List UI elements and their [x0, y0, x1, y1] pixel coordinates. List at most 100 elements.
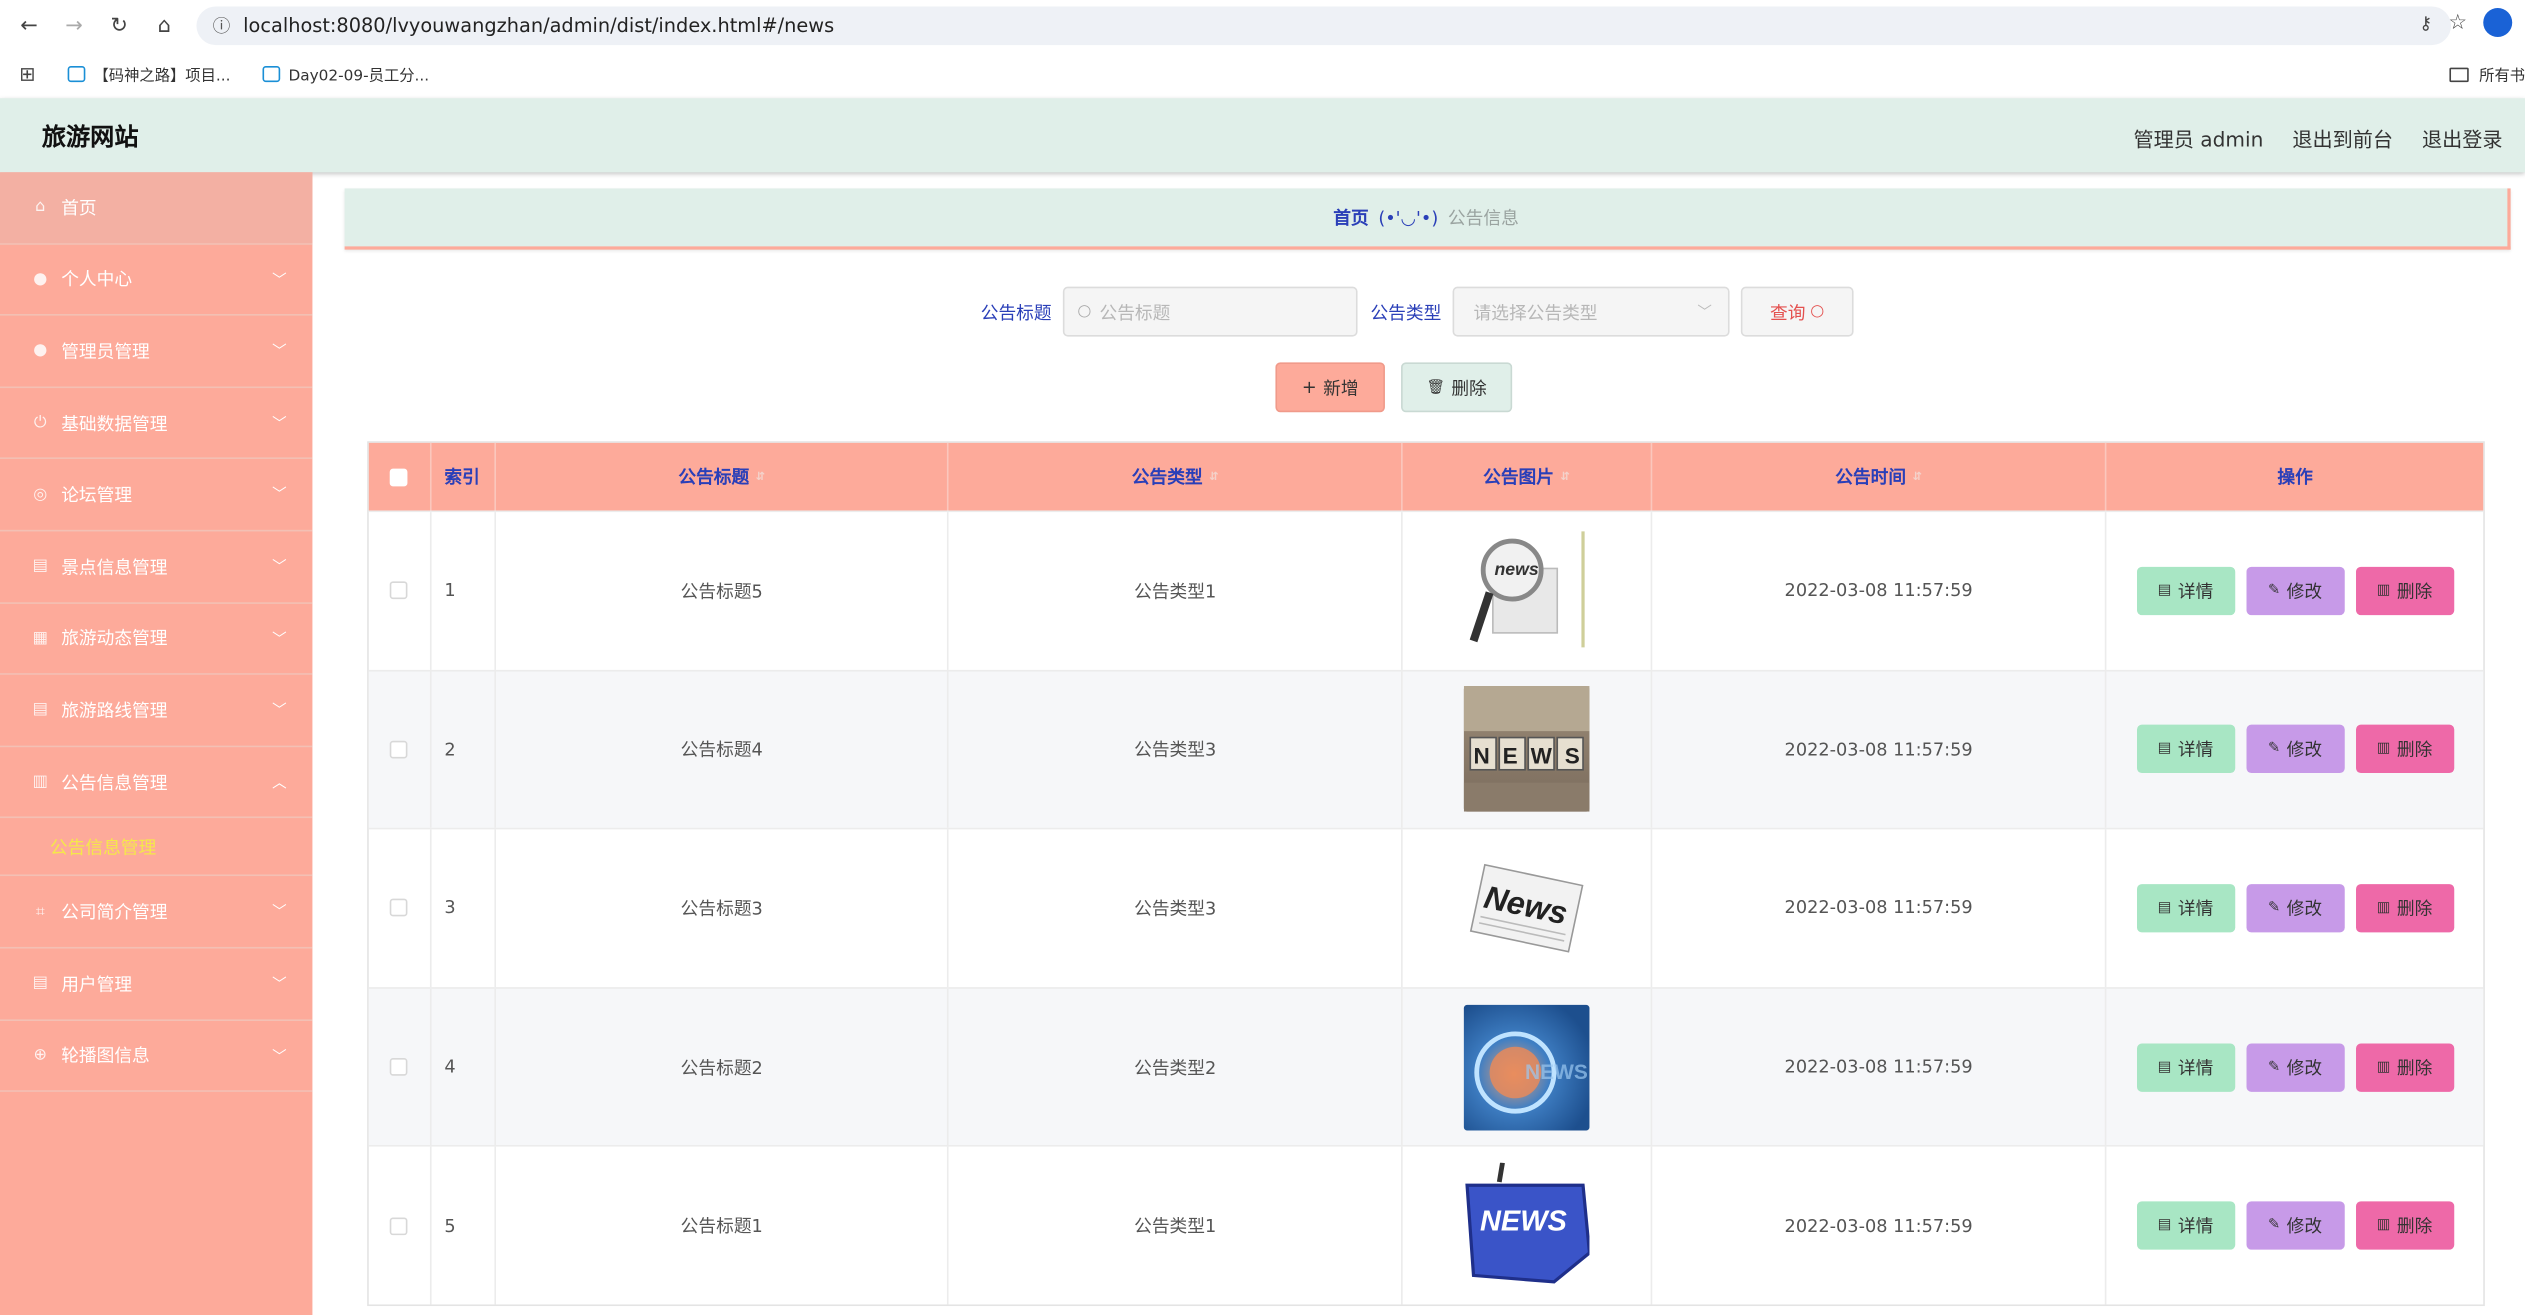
add-button[interactable]: + 新增 — [1275, 362, 1385, 413]
forward-icon[interactable]: → — [52, 3, 97, 48]
row-index: 5 — [431, 1147, 496, 1305]
row-checkbox[interactable] — [369, 829, 432, 987]
trash-icon: ▥ — [2376, 1058, 2391, 1076]
newspaper-image: News — [1469, 863, 1584, 953]
type-placeholder: 请选择公告类型 — [1473, 301, 1598, 323]
news-thumbnail[interactable]: NEWS — [1463, 527, 1590, 654]
news-thumbnail[interactable]: News — [1463, 845, 1590, 972]
sidebar-item-company[interactable]: ⌗ 公司简介管理 ﹀ — [0, 877, 313, 949]
sidebar-item-attractions[interactable]: ▤ 景点信息管理 ﹀ — [0, 531, 313, 604]
news-thumbnail[interactable]: NEWS — [1463, 1162, 1590, 1289]
type-select[interactable]: 请选择公告类型 ﹀ — [1452, 286, 1730, 337]
select-all-checkbox[interactable] — [369, 442, 432, 511]
address-bar[interactable]: ⓘ localhost:8080/lvyouwangzhan/admin/dis… — [196, 6, 2452, 46]
breadcrumb-home[interactable]: 首页 — [1333, 205, 1368, 231]
apps-icon[interactable]: ⊞ — [19, 63, 35, 86]
sidebar-item-personal[interactable]: ● 个人中心 ﹀ — [0, 244, 313, 316]
sidebar-item-notices[interactable]: ▥ 公告信息管理 ︿ — [0, 747, 313, 819]
logout-link[interactable]: 退出登录 — [2422, 122, 2503, 153]
row-title: 公告标题3 — [496, 829, 950, 987]
row-type: 公告类型1 — [949, 1147, 1403, 1305]
key-icon[interactable]: ⚷ — [2419, 12, 2432, 33]
detail-button[interactable]: ▤ 详情 — [2136, 1201, 2235, 1250]
edit-button[interactable]: ✎ 修改 — [2245, 884, 2345, 933]
delete-button[interactable]: ▥ 删除 — [2355, 1201, 2454, 1250]
edit-button[interactable]: ✎ 修改 — [2245, 1042, 2345, 1092]
sidebar-item-home[interactable]: ⌂ 首页 — [0, 172, 313, 245]
col-title[interactable]: 公告标题 ⇵ — [496, 442, 950, 511]
query-button[interactable]: 查询 ○ — [1740, 286, 1854, 337]
row-checkbox[interactable] — [369, 1147, 432, 1305]
chevron-up-icon: ︿ — [272, 775, 287, 792]
title-placeholder: 公告标题 — [1099, 301, 1171, 323]
news-thumbnail[interactable]: NEWS — [1463, 1004, 1590, 1130]
detail-button[interactable]: ▤ 详情 — [2136, 725, 2235, 774]
sidebar-subitem-notices[interactable]: 公告信息管理 — [0, 819, 313, 877]
row-checkbox[interactable] — [369, 988, 432, 1146]
chevron-down-icon: ﹀ — [272, 416, 287, 433]
thumb-text: NEWS — [1480, 1206, 1568, 1238]
row-type: 公告类型3 — [949, 670, 1403, 829]
edit-button[interactable]: ✎ 修改 — [2245, 1201, 2345, 1250]
row-image[interactable]: NEWS — [1403, 1147, 1652, 1305]
sidebar-item-travel-news[interactable]: ▦ 旅游动态管理 ﹀ — [0, 603, 313, 676]
edit-button[interactable]: ✎ 修改 — [2245, 566, 2345, 615]
sidebar-item-forum[interactable]: ◎ 论坛管理 ﹀ — [0, 460, 313, 532]
bookmark-item[interactable]: Day02-09-员工分... — [262, 63, 429, 85]
row-image[interactable]: NEWS — [1403, 512, 1652, 670]
sidebar-item-routes[interactable]: ▤ 旅游路线管理 ﹀ — [0, 675, 313, 747]
profile-icon[interactable] — [2483, 8, 2513, 38]
to-front-link[interactable]: 退出到前台 — [2292, 122, 2393, 153]
col-type[interactable]: 公告类型 ⇵ — [949, 442, 1403, 511]
folder-icon — [2450, 66, 2470, 82]
row-image[interactable]: News — [1403, 829, 1652, 987]
detail-button[interactable]: ▤ 详情 — [2136, 1042, 2235, 1092]
chevron-down-icon: ﹀ — [272, 560, 287, 577]
row-time: 2022-03-08 11:57:59 — [1652, 512, 2107, 670]
row-image[interactable]: NEWS — [1403, 988, 1652, 1146]
delete-button[interactable]: ▥ 删除 — [2355, 566, 2454, 615]
info-icon[interactable]: ⓘ — [213, 13, 231, 39]
row-title: 公告标题1 — [496, 1147, 950, 1305]
sidebar-item-users[interactable]: ▤ 用户管理 ﹀ — [0, 948, 313, 1021]
title-search-input[interactable]: ○ 公告标题 — [1062, 286, 1358, 337]
thumb-text: NEWS — [1494, 559, 1538, 579]
row-type: 公告类型1 — [949, 512, 1403, 670]
row-title: 公告标题5 — [496, 512, 950, 670]
edit-button[interactable]: ✎ 修改 — [2245, 725, 2345, 774]
sort-icon: ⇵ — [1209, 470, 1219, 484]
col-index: 索引 — [431, 442, 496, 511]
home-browser-icon[interactable]: ⌂ — [142, 3, 187, 48]
col-time[interactable]: 公告时间 ⇵ — [1652, 442, 2107, 511]
delete-button[interactable]: ▥ 删除 — [2355, 1042, 2454, 1092]
all-bookmarks[interactable]: 所有书 — [2450, 63, 2525, 85]
row-checkbox[interactable] — [369, 512, 432, 670]
browser-toolbar: ← → ↻ ⌂ ⓘ localhost:8080/lvyouwangzhan/a… — [0, 0, 2525, 52]
row-time: 2022-03-08 11:57:59 — [1652, 829, 2107, 987]
star-icon[interactable]: ☆ — [2448, 10, 2467, 34]
reload-icon[interactable]: ↻ — [97, 3, 142, 48]
breadcrumb-current: 公告信息 — [1447, 207, 1519, 229]
delete-button[interactable]: ▥ 删除 — [2355, 884, 2454, 933]
news-thumbnail[interactable]: NEWS — [1463, 686, 1590, 813]
chevron-down-icon: ﹀ — [272, 344, 287, 362]
col-image[interactable]: 公告图片 ⇵ — [1403, 442, 1652, 511]
document-icon: ▤ — [2157, 582, 2172, 599]
pencil-icon: ✎ — [2268, 1217, 2281, 1234]
row-index: 1 — [431, 512, 496, 670]
bookmark-item[interactable]: 【码神之路】项目... — [67, 63, 230, 85]
sidebar-item-admins[interactable]: ● 管理员管理 ﹀ — [0, 316, 313, 388]
magnifier-newspaper-image: NEWS — [1469, 531, 1585, 648]
row-checkbox[interactable] — [369, 670, 432, 829]
delete-button[interactable]: ▥ 删除 — [2355, 725, 2454, 774]
detail-button[interactable]: ▤ 详情 — [2136, 884, 2235, 933]
batch-delete-button[interactable]: 🗑 删除 — [1401, 362, 1513, 413]
back-icon[interactable]: ← — [6, 3, 51, 48]
detail-button[interactable]: ▤ 详情 — [2136, 566, 2235, 615]
table-header: 索引 公告标题 ⇵ 公告类型 ⇵ 公告图片 ⇵ 公告时间 ⇵ 操作 — [368, 442, 2484, 511]
sidebar-item-carousel[interactable]: ⊕ 轮播图信息 ﹀ — [0, 1020, 313, 1093]
sidebar-item-basic-data[interactable]: ⏻ 基础数据管理 ﹀ — [0, 388, 313, 460]
row-time: 2022-03-08 11:57:59 — [1652, 1147, 2107, 1305]
home-icon: ⌂ — [35, 198, 46, 217]
row-image[interactable]: NEWS — [1403, 670, 1652, 829]
